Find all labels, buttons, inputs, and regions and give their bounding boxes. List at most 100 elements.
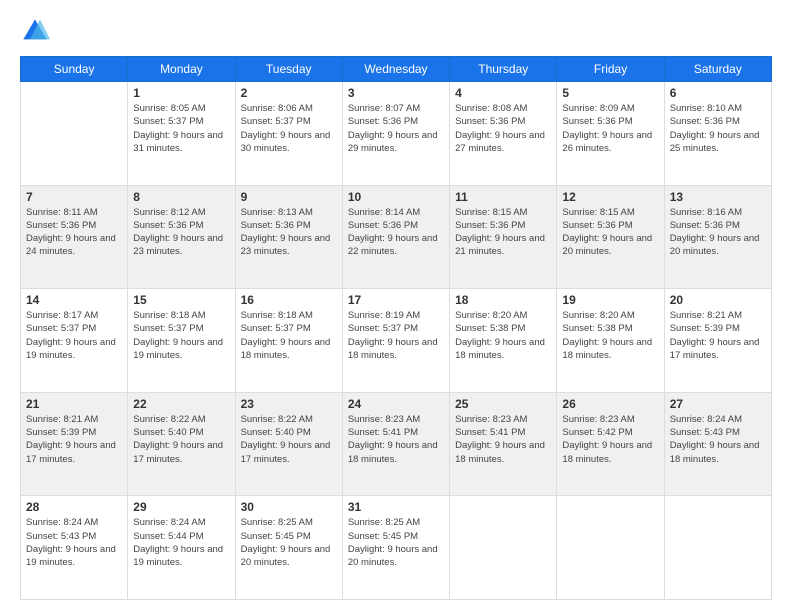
- day-number: 29: [133, 500, 229, 514]
- calendar-week-3: 14 Sunrise: 8:17 AMSunset: 5:37 PMDayligh…: [21, 289, 772, 393]
- day-number: 18: [455, 293, 551, 307]
- calendar-cell: 24 Sunrise: 8:23 AMSunset: 5:41 PMDayligh…: [342, 392, 449, 496]
- day-number: 26: [562, 397, 658, 411]
- calendar-cell: 18 Sunrise: 8:20 AMSunset: 5:38 PMDayligh…: [450, 289, 557, 393]
- day-number: 21: [26, 397, 122, 411]
- day-info: Sunrise: 8:12 AMSunset: 5:36 PMDaylight:…: [133, 206, 229, 259]
- weekday-header-tuesday: Tuesday: [235, 57, 342, 82]
- calendar-cell: 9 Sunrise: 8:13 AMSunset: 5:36 PMDaylight…: [235, 185, 342, 289]
- day-number: 10: [348, 190, 444, 204]
- day-info: Sunrise: 8:14 AMSunset: 5:36 PMDaylight:…: [348, 206, 444, 259]
- calendar-cell: 3 Sunrise: 8:07 AMSunset: 5:36 PMDaylight…: [342, 82, 449, 186]
- day-info: Sunrise: 8:16 AMSunset: 5:36 PMDaylight:…: [670, 206, 766, 259]
- weekday-header-thursday: Thursday: [450, 57, 557, 82]
- day-info: Sunrise: 8:24 AMSunset: 5:44 PMDaylight:…: [133, 516, 229, 569]
- day-number: 4: [455, 86, 551, 100]
- day-number: 28: [26, 500, 122, 514]
- day-number: 9: [241, 190, 337, 204]
- calendar-cell: 19Sunrise: 8:20 AMSunset: 5:38 PMDayligh…: [557, 289, 664, 393]
- logo-icon: [20, 16, 50, 46]
- calendar-cell: 16 Sunrise: 8:18 AMSunset: 5:37 PMDayligh…: [235, 289, 342, 393]
- calendar-week-4: 21 Sunrise: 8:21 AMSunset: 5:39 PMDayligh…: [21, 392, 772, 496]
- calendar-cell: 13 Sunrise: 8:16 AMSunset: 5:36 PMDayligh…: [664, 185, 771, 289]
- day-info: Sunrise: 8:17 AMSunset: 5:37 PMDaylight:…: [26, 309, 122, 362]
- calendar-cell: 11Sunrise: 8:15 AMSunset: 5:36 PMDayligh…: [450, 185, 557, 289]
- day-info: Sunrise: 8:15 AMSunset: 5:36 PMDaylight:…: [562, 206, 658, 259]
- day-info: Sunrise: 8:25 AMSunset: 5:45 PMDaylight:…: [348, 516, 444, 569]
- calendar-cell: [664, 496, 771, 600]
- calendar-cell: 4 Sunrise: 8:08 AMSunset: 5:36 PMDaylight…: [450, 82, 557, 186]
- day-info: Sunrise: 8:18 AMSunset: 5:37 PMDaylight:…: [241, 309, 337, 362]
- day-info: Sunrise: 8:06 AMSunset: 5:37 PMDaylight:…: [241, 102, 337, 155]
- calendar-cell: 21 Sunrise: 8:21 AMSunset: 5:39 PMDayligh…: [21, 392, 128, 496]
- calendar-cell: 31 Sunrise: 8:25 AMSunset: 5:45 PMDayligh…: [342, 496, 449, 600]
- day-number: 30: [241, 500, 337, 514]
- day-info: Sunrise: 8:24 AMSunset: 5:43 PMDaylight:…: [26, 516, 122, 569]
- day-number: 15: [133, 293, 229, 307]
- page: SundayMondayTuesdayWednesdayThursdayFrid…: [0, 0, 792, 612]
- calendar-cell: 2 Sunrise: 8:06 AMSunset: 5:37 PMDaylight…: [235, 82, 342, 186]
- calendar-cell: 12 Sunrise: 8:15 AMSunset: 5:36 PMDayligh…: [557, 185, 664, 289]
- calendar-cell: 17 Sunrise: 8:19 AMSunset: 5:37 PMDayligh…: [342, 289, 449, 393]
- day-number: 31: [348, 500, 444, 514]
- day-number: 27: [670, 397, 766, 411]
- day-number: 12: [562, 190, 658, 204]
- day-info: Sunrise: 8:11 AMSunset: 5:36 PMDaylight:…: [26, 206, 122, 259]
- calendar-cell: 27 Sunrise: 8:24 AMSunset: 5:43 PMDayligh…: [664, 392, 771, 496]
- day-info: Sunrise: 8:20 AMSunset: 5:38 PMDaylight:…: [455, 309, 551, 362]
- weekday-header-saturday: Saturday: [664, 57, 771, 82]
- calendar-cell: 8 Sunrise: 8:12 AMSunset: 5:36 PMDaylight…: [128, 185, 235, 289]
- weekday-header-friday: Friday: [557, 57, 664, 82]
- day-info: Sunrise: 8:13 AMSunset: 5:36 PMDaylight:…: [241, 206, 337, 259]
- calendar-cell: 22Sunrise: 8:22 AMSunset: 5:40 PMDayligh…: [128, 392, 235, 496]
- calendar-cell: 26 Sunrise: 8:23 AMSunset: 5:42 PMDayligh…: [557, 392, 664, 496]
- day-number: 24: [348, 397, 444, 411]
- day-number: 13: [670, 190, 766, 204]
- day-number: 8: [133, 190, 229, 204]
- day-number: 6: [670, 86, 766, 100]
- day-number: 14: [26, 293, 122, 307]
- weekday-header-sunday: Sunday: [21, 57, 128, 82]
- day-info: Sunrise: 8:22 AMSunset: 5:40 PMDaylight:…: [241, 413, 337, 466]
- day-info: Sunrise: 8:24 AMSunset: 5:43 PMDaylight:…: [670, 413, 766, 466]
- day-info: Sunrise: 8:25 AMSunset: 5:45 PMDaylight:…: [241, 516, 337, 569]
- day-info: Sunrise: 8:21 AMSunset: 5:39 PMDaylight:…: [26, 413, 122, 466]
- calendar-cell: [450, 496, 557, 600]
- day-number: 22: [133, 397, 229, 411]
- day-info: Sunrise: 8:18 AMSunset: 5:37 PMDaylight:…: [133, 309, 229, 362]
- day-number: 20: [670, 293, 766, 307]
- calendar-cell: 14 Sunrise: 8:17 AMSunset: 5:37 PMDayligh…: [21, 289, 128, 393]
- calendar-cell: 25Sunrise: 8:23 AMSunset: 5:41 PMDayligh…: [450, 392, 557, 496]
- day-number: 19: [562, 293, 658, 307]
- day-info: Sunrise: 8:19 AMSunset: 5:37 PMDaylight:…: [348, 309, 444, 362]
- day-number: 17: [348, 293, 444, 307]
- day-number: 16: [241, 293, 337, 307]
- day-number: 2: [241, 86, 337, 100]
- day-info: Sunrise: 8:08 AMSunset: 5:36 PMDaylight:…: [455, 102, 551, 155]
- calendar-week-1: 1Sunrise: 8:05 AMSunset: 5:37 PMDaylight…: [21, 82, 772, 186]
- calendar-cell: 1Sunrise: 8:05 AMSunset: 5:37 PMDaylight…: [128, 82, 235, 186]
- calendar-cell: 5Sunrise: 8:09 AMSunset: 5:36 PMDaylight…: [557, 82, 664, 186]
- day-info: Sunrise: 8:10 AMSunset: 5:36 PMDaylight:…: [670, 102, 766, 155]
- day-info: Sunrise: 8:23 AMSunset: 5:42 PMDaylight:…: [562, 413, 658, 466]
- calendar-cell: [557, 496, 664, 600]
- calendar-cell: 7 Sunrise: 8:11 AMSunset: 5:36 PMDaylight…: [21, 185, 128, 289]
- calendar-week-2: 7 Sunrise: 8:11 AMSunset: 5:36 PMDaylight…: [21, 185, 772, 289]
- calendar-cell: 20Sunrise: 8:21 AMSunset: 5:39 PMDayligh…: [664, 289, 771, 393]
- day-number: 5: [562, 86, 658, 100]
- calendar-cell: 29 Sunrise: 8:24 AMSunset: 5:44 PMDayligh…: [128, 496, 235, 600]
- calendar-table: SundayMondayTuesdayWednesdayThursdayFrid…: [20, 56, 772, 600]
- day-number: 7: [26, 190, 122, 204]
- day-number: 3: [348, 86, 444, 100]
- calendar-cell: 23Sunrise: 8:22 AMSunset: 5:40 PMDayligh…: [235, 392, 342, 496]
- day-info: Sunrise: 8:07 AMSunset: 5:36 PMDaylight:…: [348, 102, 444, 155]
- calendar-cell: 30 Sunrise: 8:25 AMSunset: 5:45 PMDayligh…: [235, 496, 342, 600]
- calendar-cell: 10 Sunrise: 8:14 AMSunset: 5:36 PMDayligh…: [342, 185, 449, 289]
- day-info: Sunrise: 8:23 AMSunset: 5:41 PMDaylight:…: [455, 413, 551, 466]
- logo: [20, 16, 54, 46]
- calendar-cell: 15 Sunrise: 8:18 AMSunset: 5:37 PMDayligh…: [128, 289, 235, 393]
- day-info: Sunrise: 8:05 AMSunset: 5:37 PMDaylight:…: [133, 102, 229, 155]
- day-info: Sunrise: 8:23 AMSunset: 5:41 PMDaylight:…: [348, 413, 444, 466]
- day-info: Sunrise: 8:15 AMSunset: 5:36 PMDaylight:…: [455, 206, 551, 259]
- calendar-cell: 28 Sunrise: 8:24 AMSunset: 5:43 PMDayligh…: [21, 496, 128, 600]
